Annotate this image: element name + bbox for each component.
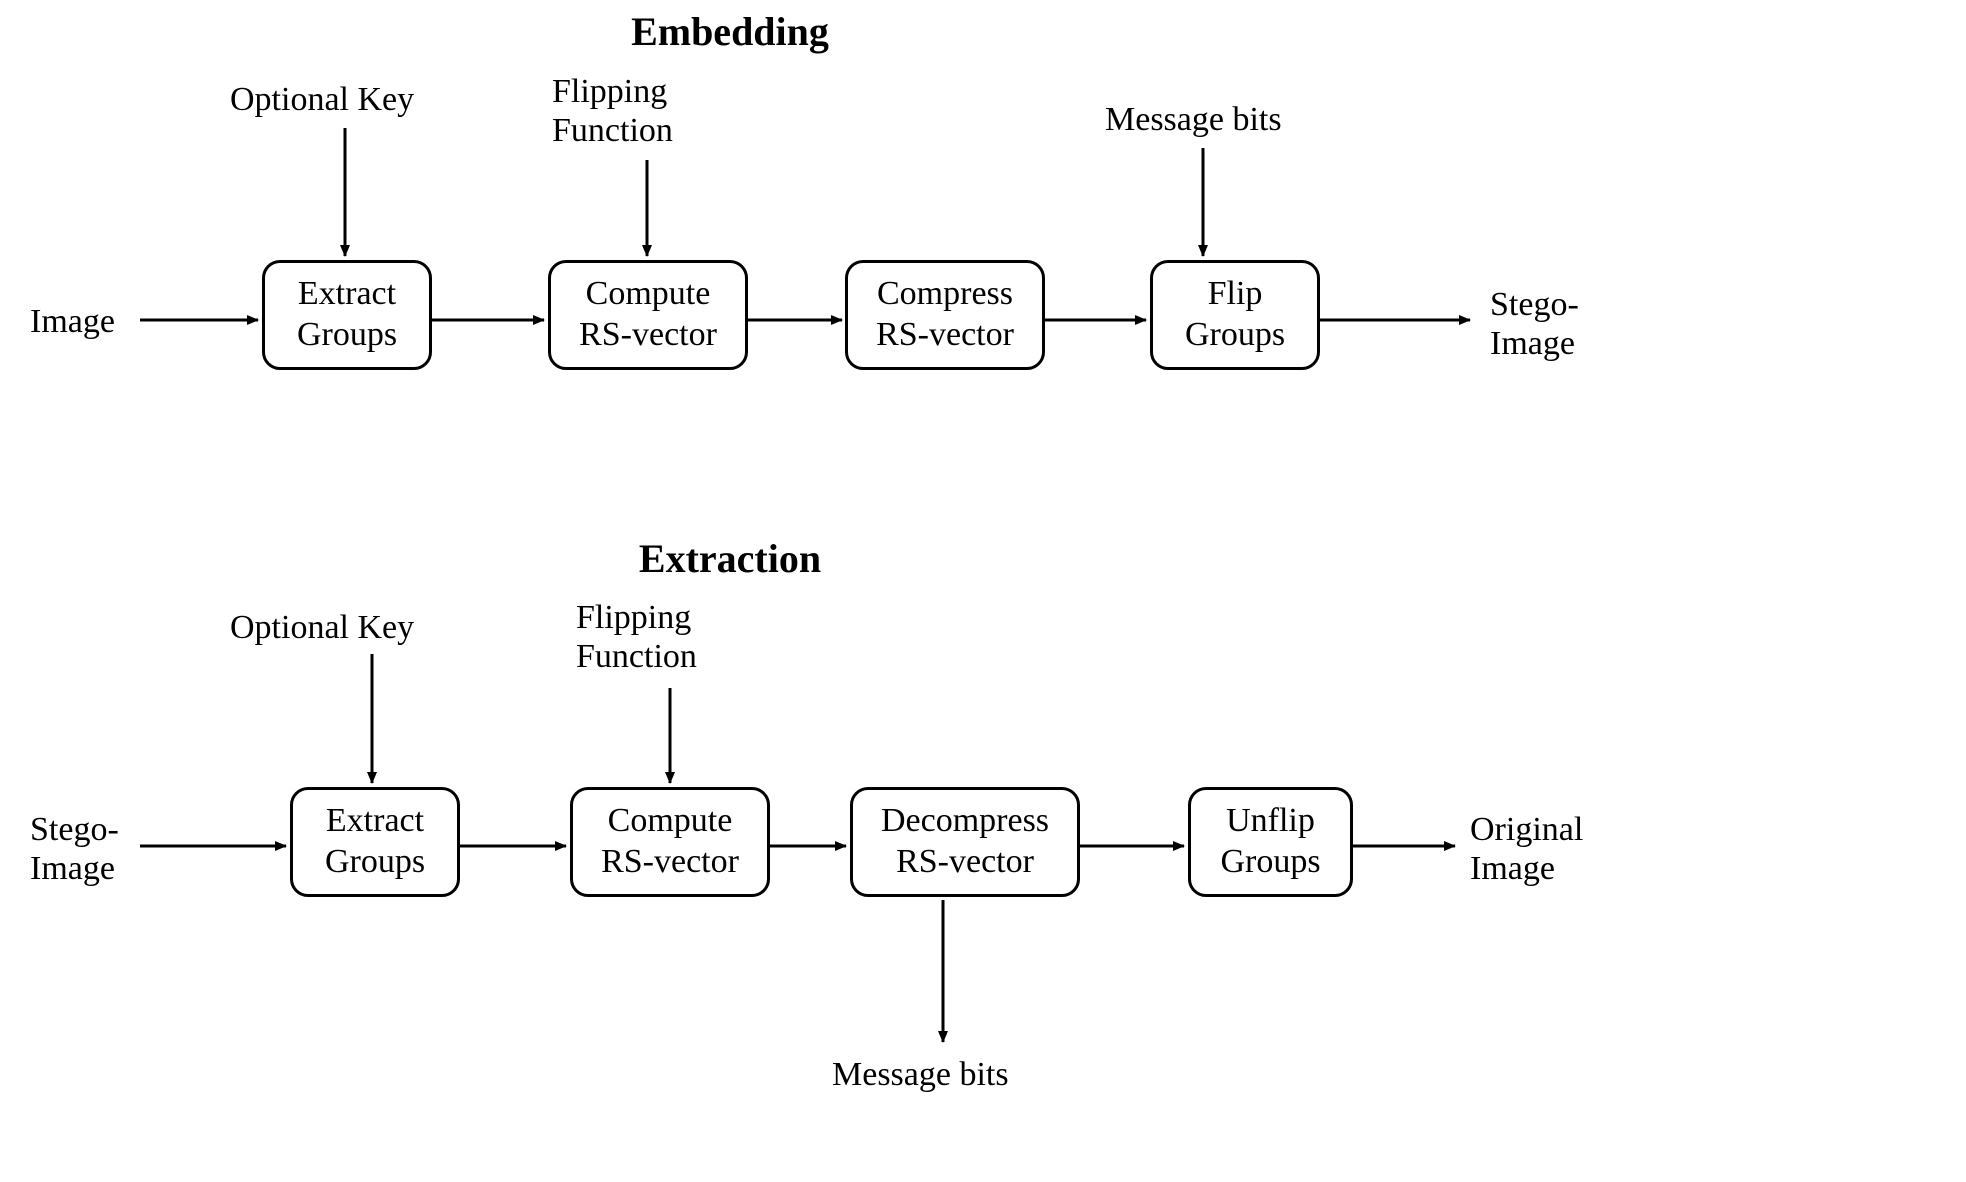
extraction-extract-groups-text: Extract Groups bbox=[303, 801, 447, 883]
embedding-flipping-function-label: Flipping Function bbox=[552, 72, 673, 150]
extraction-extract-groups-box: Extract Groups bbox=[290, 787, 460, 897]
embedding-flip-groups-text: Flip Groups bbox=[1163, 274, 1307, 356]
embedding-title: Embedding bbox=[580, 8, 880, 55]
extraction-compute-rs-text: Compute RS-vector bbox=[583, 801, 757, 883]
extraction-output-label: Original Image bbox=[1470, 810, 1583, 888]
embedding-extract-groups-text: Extract Groups bbox=[275, 274, 419, 356]
embedding-compute-rs-text: Compute RS-vector bbox=[561, 274, 735, 356]
extraction-title: Extraction bbox=[580, 535, 880, 582]
extraction-compute-rs-box: Compute RS-vector bbox=[570, 787, 770, 897]
embedding-message-bits-label: Message bits bbox=[1105, 100, 1282, 139]
embedding-compress-rs-text: Compress RS-vector bbox=[858, 274, 1032, 356]
extraction-unflip-groups-text: Unflip Groups bbox=[1201, 801, 1340, 883]
extraction-unflip-groups-box: Unflip Groups bbox=[1188, 787, 1353, 897]
extraction-message-bits-label: Message bits bbox=[832, 1055, 1009, 1094]
embedding-output-label: Stego- Image bbox=[1490, 285, 1579, 363]
extraction-decompress-rs-text: Decompress RS-vector bbox=[863, 801, 1067, 883]
embedding-optional-key-label: Optional Key bbox=[230, 80, 414, 119]
embedding-extract-groups-box: Extract Groups bbox=[262, 260, 432, 370]
extraction-decompress-rs-box: Decompress RS-vector bbox=[850, 787, 1080, 897]
embedding-compute-rs-box: Compute RS-vector bbox=[548, 260, 748, 370]
diagram-stage: Embedding Extraction Image Stego- Image … bbox=[0, 0, 1966, 1182]
extraction-flipping-function-label: Flipping Function bbox=[576, 598, 697, 676]
extraction-optional-key-label: Optional Key bbox=[230, 608, 414, 647]
arrows-layer bbox=[0, 0, 1966, 1182]
embedding-flip-groups-box: Flip Groups bbox=[1150, 260, 1320, 370]
extraction-input-label: Stego- Image bbox=[30, 810, 119, 888]
embedding-input-label: Image bbox=[30, 302, 115, 341]
embedding-compress-rs-box: Compress RS-vector bbox=[845, 260, 1045, 370]
